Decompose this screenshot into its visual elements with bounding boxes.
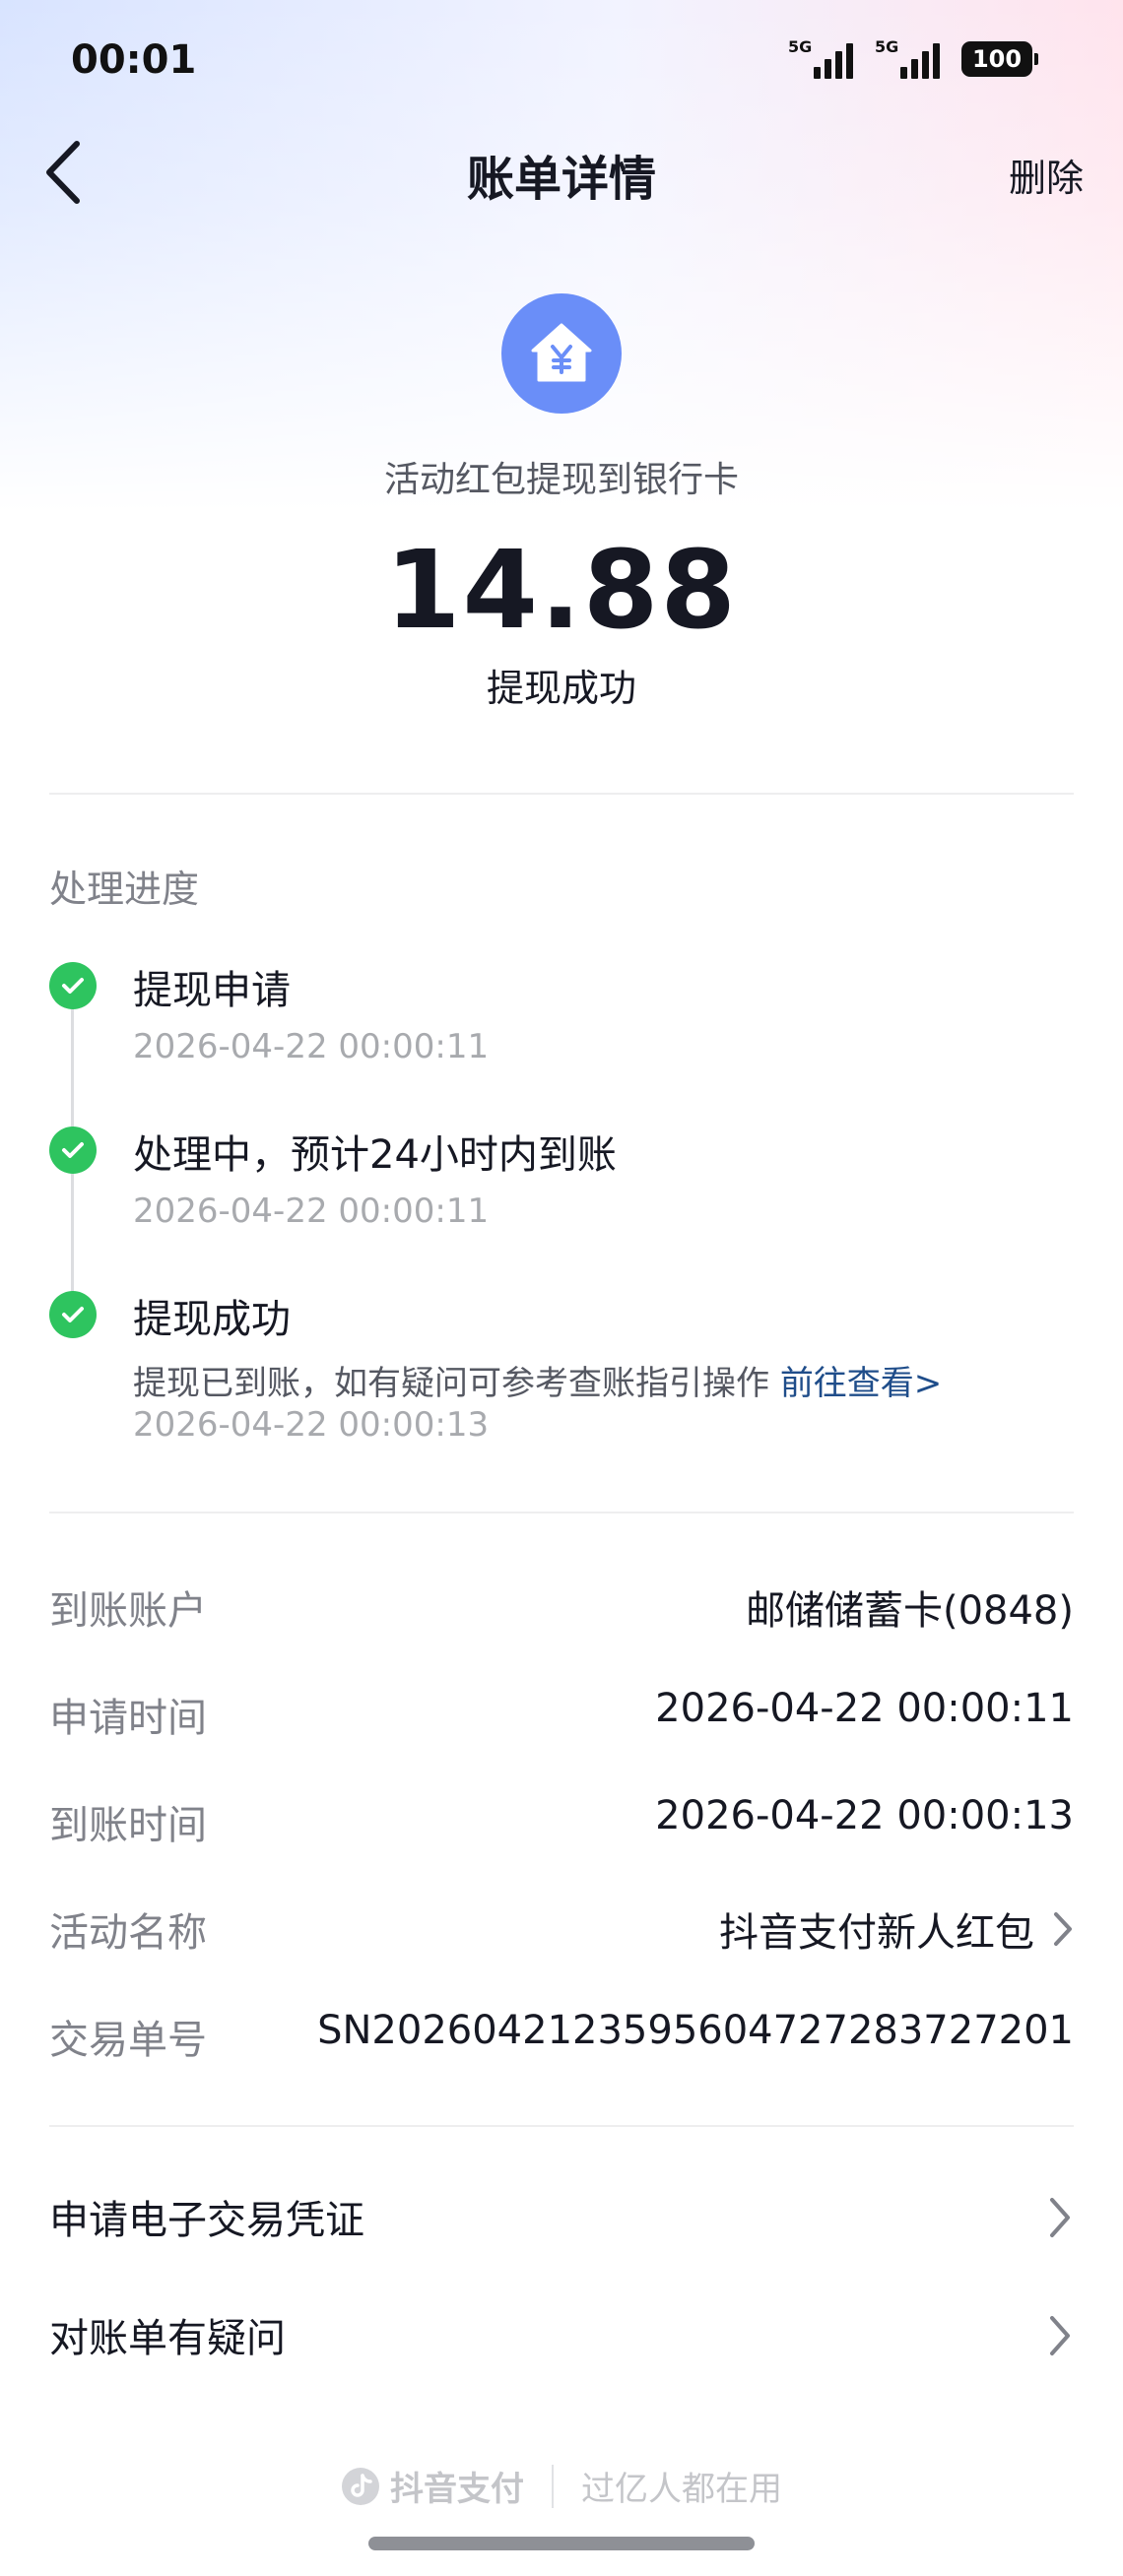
footer-separator (552, 2464, 554, 2508)
step-description-text: 提现已到账，如有疑问可参考查账指引操作 (133, 1364, 769, 1403)
battery-icon: 100 (961, 41, 1038, 77)
delete-button[interactable]: 删除 (1009, 148, 1084, 202)
detail-value-text: 抖音支付新人红包 (719, 1910, 1034, 1956)
divider (49, 2125, 1074, 2127)
detail-value-text: 邮储储蓄卡(0848) (745, 1588, 1074, 1634)
detail-label-order-no: 交易单号 (49, 2018, 207, 2063)
check-icon (49, 1127, 97, 1174)
step-time: 2026-04-22 00:00:11 (133, 1191, 490, 1231)
check-icon (49, 1291, 97, 1338)
yuan-house-icon (501, 293, 622, 414)
transaction-status: 提现成功 (486, 667, 636, 710)
status-time: 00:01 (71, 37, 197, 83)
transaction-type: 活动红包提现到银行卡 (383, 460, 739, 500)
page-title: 账单详情 (466, 152, 656, 207)
detail-value-apply-time: 2026-04-22 00:00:11 (655, 1686, 1074, 1731)
detail-value-text: 2026-04-22 00:00:11 (655, 1686, 1074, 1731)
chevron-right-icon (1050, 2316, 1070, 2355)
detail-value-text: 2026-04-22 00:00:13 (655, 1793, 1074, 1838)
step-title: 处理中，预计24小时内到账 (133, 1132, 617, 1178)
battery-level: 100 (971, 45, 1023, 73)
detail-value-text: SN2026042123595604727283727201 (317, 2008, 1074, 2053)
chevron-right-icon (1050, 2198, 1070, 2237)
progress-title: 处理进度 (49, 868, 200, 911)
amount: 14.88 (385, 527, 738, 653)
detail-label-account: 到账账户 (49, 1588, 207, 1634)
step-title: 提现申请 (133, 968, 291, 1013)
detail-label-apply-time: 申请时间 (49, 1696, 207, 1741)
timeline-line (71, 1174, 74, 1292)
detail-value-account: 邮储储蓄卡(0848) (746, 1578, 1074, 1636)
signal-label-2: 5G (875, 37, 899, 56)
signal-icon-1: 5G (788, 37, 853, 79)
chevron-right-icon (1054, 1912, 1072, 1946)
divider (49, 793, 1074, 795)
step-title: 提现成功 (133, 1297, 291, 1342)
menu-label: 对账单有疑问 (49, 2316, 286, 2361)
brand-name: 抖音支付 (390, 2470, 524, 2509)
douyin-logo-icon (342, 2467, 379, 2505)
step-time: 2026-04-22 00:00:13 (133, 1405, 490, 1445)
signal-label-1: 5G (788, 37, 813, 56)
detail-value-order-no: SN2026042123595604727283727201 (317, 2008, 1074, 2053)
view-guide-link[interactable]: 前往查看> (780, 1364, 943, 1403)
apply-e-voucher-button[interactable]: 申请电子交易凭证 (0, 2162, 1123, 2271)
detail-label-activity: 活动名称 (49, 1910, 207, 1956)
bill-question-button[interactable]: 对账单有疑问 (0, 2281, 1123, 2389)
status-icons: 5G 5G 100 (788, 37, 1038, 79)
detail-label-arrival-time: 到账时间 (49, 1803, 207, 1848)
timeline-line (71, 1009, 74, 1127)
home-indicator[interactable] (368, 2537, 755, 2550)
step-description: 提现已到账，如有疑问可参考查账指引操作 前往查看> (133, 1356, 942, 1404)
brand: 抖音支付 (341, 2462, 524, 2510)
detail-value-arrival-time: 2026-04-22 00:00:13 (655, 1793, 1074, 1838)
footer: 抖音支付 过亿人都在用 (0, 2462, 1123, 2510)
menu-label: 申请电子交易凭证 (49, 2198, 364, 2243)
divider (49, 1512, 1074, 1513)
activity-name-link[interactable]: 抖音支付新人红包 (719, 1900, 1074, 1958)
check-icon (49, 962, 97, 1009)
footer-slogan: 过亿人都在用 (581, 2470, 782, 2509)
signal-icon-2: 5G (875, 37, 940, 79)
step-time: 2026-04-22 00:00:11 (133, 1027, 490, 1066)
